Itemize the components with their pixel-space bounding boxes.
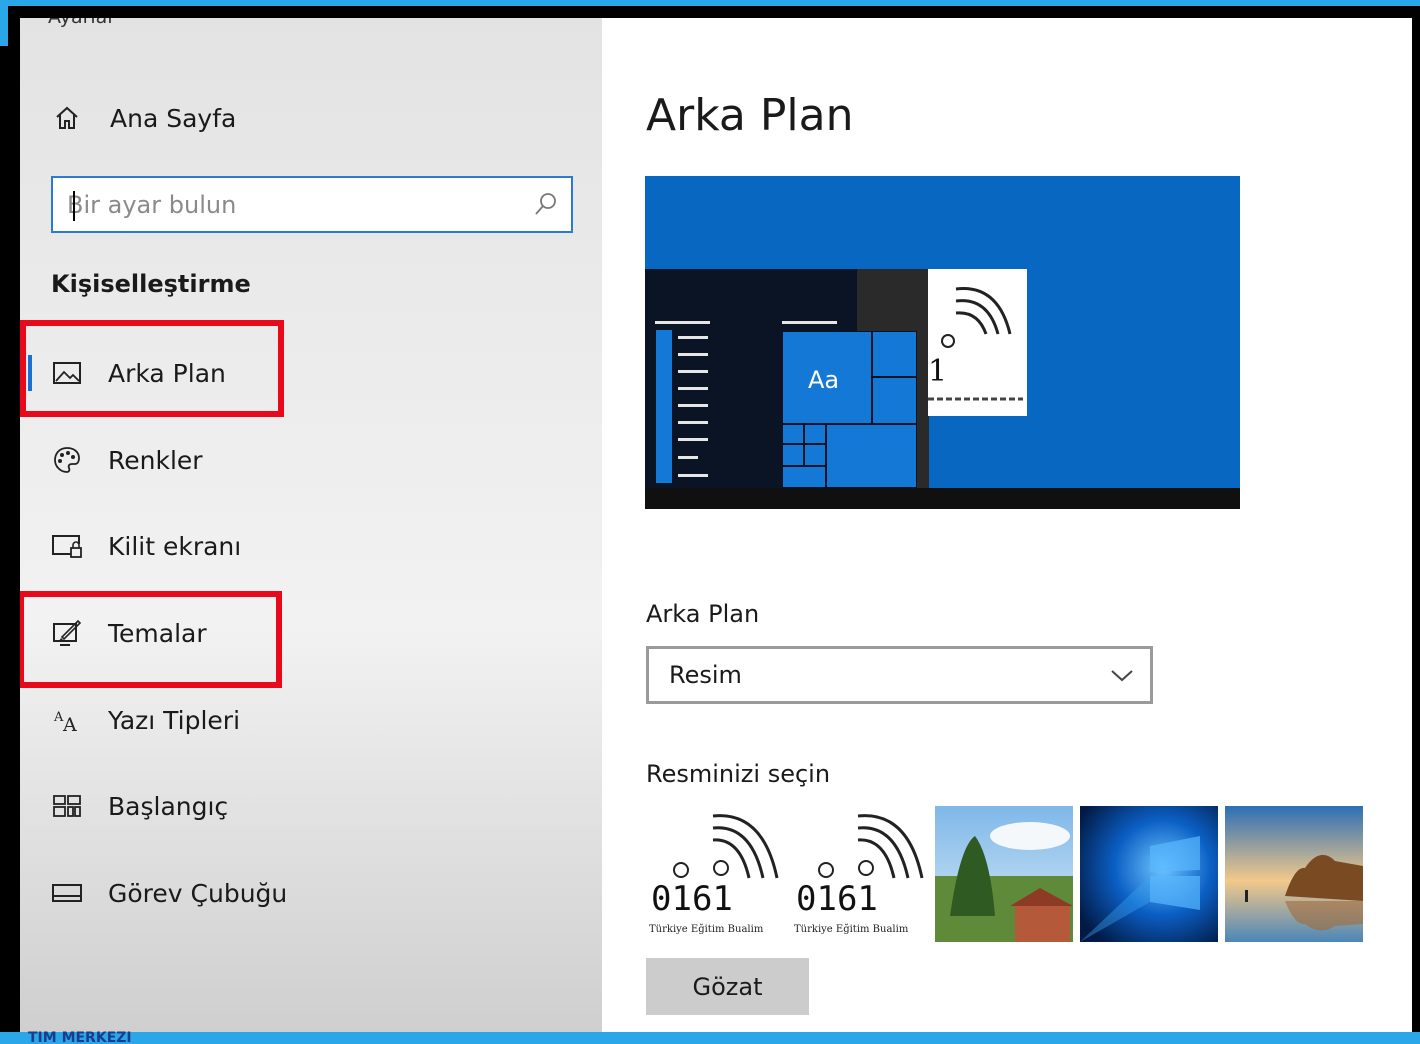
- picture-thumb-windows[interactable]: [1080, 806, 1218, 942]
- text-caret: [73, 191, 75, 221]
- preview-line: [678, 387, 708, 390]
- sidebar-item-renkler[interactable]: Renkler: [20, 430, 602, 490]
- sidebar-item-label: Başlangıç: [108, 791, 229, 821]
- background-type-select[interactable]: Resim: [646, 646, 1153, 704]
- settings-window: Ayarlar Ana Sayfa Kişiselleştirme Arka P…: [20, 18, 1412, 1032]
- preview-logo-wallpaper: 1: [928, 269, 1027, 416]
- window-title: Ayarlar: [48, 18, 115, 28]
- preview-line: [678, 404, 708, 407]
- preview-line: [678, 370, 708, 373]
- chevron-down-icon: [1110, 665, 1134, 689]
- sidebar-item-yazi-tipleri[interactable]: AA Yazı Tipleri: [20, 690, 602, 750]
- outer-frame-top: [0, 0, 1420, 6]
- home-icon: [50, 101, 84, 135]
- font-icon: AA: [50, 703, 84, 737]
- choose-picture-label: Resminizi seçin: [646, 760, 831, 788]
- search-icon[interactable]: [533, 191, 559, 221]
- browse-button[interactable]: Gözat: [646, 958, 809, 1015]
- taskbar-icon: [50, 876, 84, 910]
- preview-line: [678, 421, 708, 424]
- preview-line: [678, 474, 708, 477]
- preview-tile: [782, 444, 804, 466]
- thumb-logo-subtext: Türkiye Eğitim Bualim: [794, 924, 909, 935]
- sidebar-item-kilit-ekrani[interactable]: Kilit ekranı: [20, 516, 602, 576]
- thumb-logo-text: 0161: [796, 879, 878, 919]
- sidebar-item-label: Görev Çubuğu: [108, 878, 288, 908]
- outer-frame-bottom: [0, 1032, 1420, 1044]
- search-input[interactable]: [67, 188, 527, 222]
- sidebar-item-label: Renkler: [108, 445, 203, 475]
- sidebar-item-label: Temalar: [108, 618, 207, 648]
- section-heading: Kişiselleştirme: [51, 270, 251, 298]
- preview-tile: [782, 424, 804, 444]
- sidebar-item-gorev-cubugu[interactable]: Görev Çubuğu: [20, 863, 602, 923]
- sidebar-item-home[interactable]: Ana Sayfa: [20, 88, 602, 148]
- sidebar-item-label: Yazı Tipleri: [108, 705, 241, 735]
- lock-screen-icon: [50, 529, 84, 563]
- preview-line: [678, 336, 708, 339]
- sidebar-item-arka-plan[interactable]: Arka Plan: [20, 343, 602, 403]
- preview-line: [678, 456, 698, 459]
- thumb-logo-subtext: Türkiye Eğitim Bualim: [649, 924, 764, 935]
- background-type-label: Arka Plan: [646, 600, 760, 628]
- svg-text:A: A: [62, 714, 77, 735]
- picture-thumb-beach[interactable]: [1225, 806, 1363, 942]
- theme-brush-icon: [50, 616, 84, 650]
- preview-tile-text: Aa: [808, 366, 840, 394]
- preview-tile: [804, 424, 826, 444]
- sidebar-item-label: Arka Plan: [108, 358, 226, 388]
- palette-icon: [50, 443, 84, 477]
- picture-thumb-landscape[interactable]: [935, 806, 1073, 942]
- sidebar: Ayarlar Ana Sayfa Kişiselleştirme Arka P…: [20, 18, 602, 1032]
- search-box[interactable]: [51, 176, 573, 233]
- sidebar-item-baslangic[interactable]: Başlangıç: [20, 776, 602, 836]
- picture-thumb-1[interactable]: 0161 Türkiye Eğitim Bualim: [645, 806, 783, 942]
- preview-line: [678, 438, 708, 441]
- sidebar-item-label: Ana Sayfa: [110, 103, 237, 133]
- background-preview: Aa 1: [645, 176, 1240, 509]
- preview-tile: [804, 444, 826, 466]
- preview-tile: [872, 331, 917, 377]
- outer-frame-edge: [0, 0, 8, 46]
- sidebar-item-label: Kilit ekranı: [108, 531, 242, 561]
- preview-logo-text: 1: [928, 354, 947, 389]
- preview-line: [678, 353, 708, 356]
- picture-icon: [50, 356, 84, 390]
- sidebar-item-temalar[interactable]: Temalar: [20, 603, 602, 663]
- preview-line: [655, 321, 710, 324]
- page-title: Arka Plan: [646, 90, 854, 141]
- preview-line: [782, 321, 837, 324]
- picture-thumb-2[interactable]: 0161 Türkiye Eğitim Bualim: [790, 806, 928, 942]
- preview-tile: [782, 466, 826, 488]
- thumb-logo-text: 0161: [651, 879, 733, 919]
- select-value: Resim: [669, 661, 742, 689]
- preview-tile-wide: [826, 424, 917, 488]
- preview-app-icons: [655, 329, 673, 484]
- preview-tile: [872, 377, 917, 424]
- main-content: Arka Plan Aa 1 Arka Plan Resim Resminizi…: [602, 18, 1412, 1032]
- preview-taskbar: [645, 488, 1240, 509]
- start-grid-icon: [50, 789, 84, 823]
- footer-text: TIM MERKEZI: [28, 1030, 132, 1044]
